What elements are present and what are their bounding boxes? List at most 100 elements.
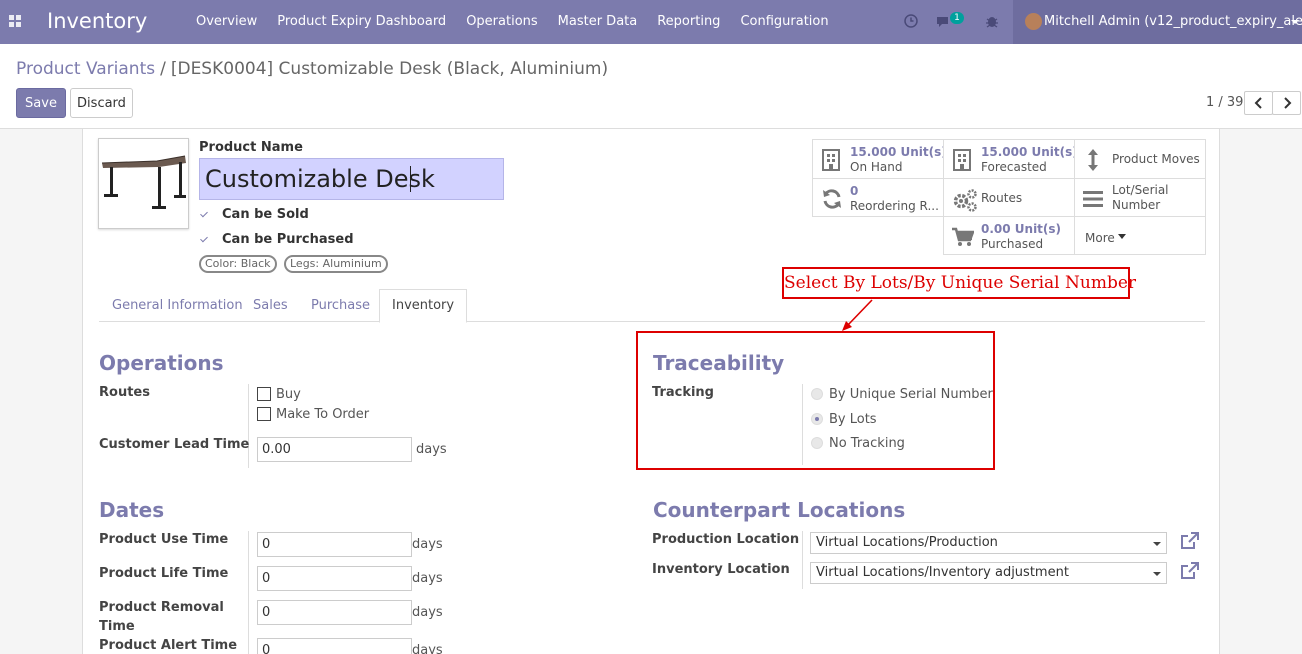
field-divider bbox=[802, 531, 803, 589]
product-removal-time-label-line2: Time bbox=[99, 619, 135, 634]
removal-time-unit: days bbox=[412, 605, 443, 620]
product-life-time-input[interactable]: 0 bbox=[257, 566, 412, 591]
tab-general-information[interactable]: General Information bbox=[112, 298, 243, 313]
product-name-input[interactable]: Customizable Desk bbox=[199, 158, 504, 200]
breadcrumb-separator: / bbox=[160, 59, 166, 79]
pager-value: 1 / 39 bbox=[1206, 95, 1244, 110]
purchased-value: 0.00 Unit(s) bbox=[981, 222, 1062, 236]
forecasted-value: 15.000 Unit(s) bbox=[981, 145, 1078, 159]
reordering-label: Reordering R... bbox=[850, 199, 939, 213]
forecasted-button[interactable]: 15.000 Unit(s) Forecasted bbox=[943, 139, 1078, 179]
on-hand-value: 15.000 Unit(s) bbox=[850, 145, 947, 159]
external-link-icon[interactable] bbox=[1180, 532, 1200, 551]
caret-down-icon bbox=[1118, 234, 1126, 239]
user-name: Mitchell Admin (v12_product_expiry_alert… bbox=[1044, 14, 1302, 29]
building-icon bbox=[822, 149, 840, 171]
tab-purchase[interactable]: Purchase bbox=[311, 298, 370, 313]
shopping-cart-icon bbox=[952, 227, 974, 246]
caret-down-icon bbox=[1153, 572, 1161, 576]
bug-icon[interactable] bbox=[983, 12, 1001, 30]
dates-title: Dates bbox=[99, 498, 165, 522]
customer-lead-time-input[interactable]: 0.00 bbox=[257, 437, 412, 462]
operations-title: Operations bbox=[99, 351, 224, 375]
route-buy-checkbox[interactable] bbox=[257, 387, 271, 401]
can-be-purchased-label: Can be Purchased bbox=[222, 232, 354, 247]
menu-product-expiry-dashboard[interactable]: Product Expiry Dashboard bbox=[277, 14, 446, 29]
production-location-value: Virtual Locations/Production bbox=[816, 535, 998, 550]
apps-grid-icon[interactable] bbox=[9, 15, 23, 29]
routes-button[interactable]: Routes bbox=[943, 178, 1075, 217]
top-navbar: Inventory Overview Product Expiry Dashbo… bbox=[0, 0, 1302, 44]
more-dropdown-button[interactable]: More bbox=[1074, 216, 1206, 255]
use-time-unit: days bbox=[412, 537, 443, 552]
route-make-to-order-checkbox[interactable] bbox=[257, 407, 271, 421]
field-divider bbox=[248, 531, 249, 654]
user-menu[interactable]: Mitchell Admin (v12_product_expiry_alert… bbox=[1013, 0, 1302, 44]
message-count-badge: 1 bbox=[950, 12, 964, 24]
product-removal-time-input[interactable]: 0 bbox=[257, 600, 412, 625]
can-be-sold-checkbox[interactable] bbox=[198, 208, 211, 221]
caret-down-icon bbox=[1153, 542, 1161, 546]
control-panel: Product Variants / [DESK0004] Customizable… bbox=[0, 44, 1302, 129]
lot-serial-number-button[interactable]: Lot/Serial Number bbox=[1074, 178, 1206, 217]
menu-operations[interactable]: Operations bbox=[466, 14, 537, 29]
desk-image-icon bbox=[101, 155, 186, 209]
menu-master-data[interactable]: Master Data bbox=[558, 14, 638, 29]
external-link-icon[interactable] bbox=[1180, 562, 1200, 581]
customer-lead-time-label: Customer Lead Time bbox=[99, 437, 250, 452]
life-time-unit: days bbox=[412, 571, 443, 586]
product-removal-time-label-line1: Product Removal bbox=[99, 600, 224, 615]
forecasted-label: Forecasted bbox=[981, 160, 1047, 174]
product-moves-label: Product Moves bbox=[1112, 152, 1200, 166]
reordering-rules-button[interactable]: 0 Reordering R... bbox=[812, 178, 944, 217]
app-name: Inventory bbox=[47, 9, 148, 33]
alert-time-unit: days bbox=[412, 643, 443, 654]
clock-icon[interactable] bbox=[902, 12, 920, 30]
product-image[interactable] bbox=[98, 138, 189, 229]
breadcrumb-product-variants[interactable]: Product Variants bbox=[16, 59, 155, 79]
breadcrumb: Product Variants / [DESK0004] Customizable… bbox=[16, 59, 608, 79]
annotation-arrow-icon bbox=[842, 299, 873, 331]
field-divider bbox=[248, 384, 249, 468]
on-hand-button[interactable]: 15.000 Unit(s) On Hand bbox=[812, 139, 947, 179]
counterpart-locations-title: Counterpart Locations bbox=[653, 498, 906, 522]
text-cursor bbox=[410, 166, 411, 192]
route-buy-label: Buy bbox=[276, 387, 301, 402]
on-hand-label: On Hand bbox=[850, 160, 903, 174]
cogs-icon bbox=[953, 189, 977, 212]
refresh-icon bbox=[823, 189, 841, 209]
product-alert-time-input[interactable]: 0 bbox=[257, 638, 412, 654]
tag-color-black: Color: Black bbox=[199, 255, 277, 273]
tab-inventory[interactable]: Inventory bbox=[379, 289, 468, 323]
traceability-highlight-box bbox=[636, 331, 995, 470]
menu-overview[interactable]: Overview bbox=[196, 14, 257, 29]
routes-label: Routes bbox=[981, 191, 1023, 205]
purchased-label: Purchased bbox=[981, 237, 1044, 251]
can-be-purchased-checkbox[interactable] bbox=[198, 233, 211, 246]
product-name-label: Product Name bbox=[199, 140, 303, 155]
caret-down-icon bbox=[1291, 20, 1299, 24]
production-location-label: Production Location bbox=[652, 532, 800, 547]
product-moves-button[interactable]: Product Moves bbox=[1074, 139, 1206, 179]
menu-configuration[interactable]: Configuration bbox=[740, 14, 828, 29]
discard-button[interactable]: Discard bbox=[70, 88, 133, 118]
building-icon bbox=[953, 149, 971, 171]
pager-previous-button[interactable] bbox=[1244, 91, 1273, 115]
can-be-sold-label: Can be Sold bbox=[222, 207, 309, 222]
main-menu: Overview Product Expiry Dashboard Operat… bbox=[196, 14, 849, 29]
avatar bbox=[1025, 13, 1042, 30]
product-use-time-input[interactable]: 0 bbox=[257, 532, 412, 557]
chevron-left-icon bbox=[1254, 97, 1262, 109]
save-button[interactable]: Save bbox=[16, 88, 66, 118]
inventory-location-value: Virtual Locations/Inventory adjustment bbox=[816, 565, 1069, 580]
menu-reporting[interactable]: Reporting bbox=[657, 14, 720, 29]
product-life-time-label: Product Life Time bbox=[99, 566, 229, 581]
tab-sales[interactable]: Sales bbox=[253, 298, 288, 313]
up-down-arrows-icon bbox=[1088, 149, 1098, 171]
product-use-time-label: Product Use Time bbox=[99, 532, 229, 547]
production-location-select[interactable]: Virtual Locations/Production bbox=[810, 532, 1167, 554]
purchased-button[interactable]: 0.00 Unit(s) Purchased bbox=[943, 216, 1075, 255]
pager-next-button[interactable] bbox=[1272, 91, 1301, 115]
list-lines-icon bbox=[1083, 191, 1103, 207]
inventory-location-select[interactable]: Virtual Locations/Inventory adjustment bbox=[810, 562, 1167, 584]
